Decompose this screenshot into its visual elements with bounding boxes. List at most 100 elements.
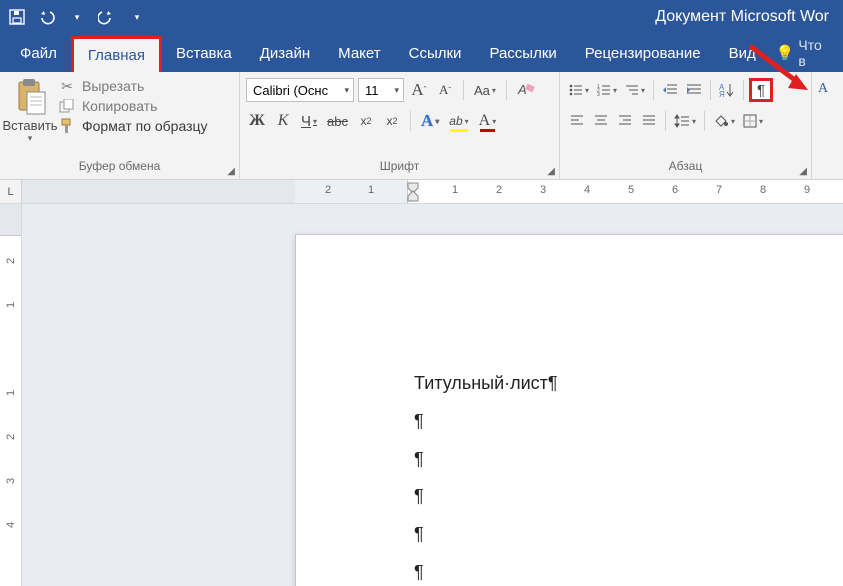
tell-me-search[interactable]: 💡 Что в bbox=[770, 34, 837, 72]
group-clipboard-label: Буфер обмена ◢ bbox=[6, 159, 233, 179]
outdent-icon bbox=[662, 83, 678, 97]
eraser-icon: A bbox=[517, 82, 535, 98]
shrink-font-button[interactable]: Aˇ bbox=[434, 79, 456, 101]
font-launcher-icon[interactable]: ◢ bbox=[547, 166, 555, 177]
scissors-icon: ✂ bbox=[58, 78, 76, 94]
indent-marker-icon[interactable] bbox=[406, 181, 422, 203]
ribbon: Вставить ▾ ✂ Вырезать Копировать bbox=[0, 72, 843, 180]
numbering-button[interactable]: 123 bbox=[594, 79, 620, 101]
sort-button[interactable]: AЯ bbox=[716, 79, 738, 101]
font-name-value: Calibri (Оснс bbox=[253, 83, 328, 98]
separator bbox=[743, 80, 744, 100]
undo-dropdown-icon[interactable]: ▾ bbox=[68, 8, 86, 26]
shading-button[interactable] bbox=[710, 110, 738, 132]
page-text[interactable]: Титульный·лист¶ ¶ ¶ ¶ ¶ ¶ bbox=[414, 365, 558, 586]
align-center-icon bbox=[594, 114, 608, 128]
text-effects-button[interactable]: A bbox=[418, 110, 442, 132]
separator bbox=[506, 80, 507, 100]
group-paragraph-label: Абзац ◢ bbox=[566, 159, 805, 179]
decrease-indent-button[interactable] bbox=[659, 79, 681, 101]
group-font-label: Шрифт ◢ bbox=[246, 159, 553, 179]
copy-button[interactable]: Копировать bbox=[58, 98, 208, 114]
chevron-down-icon: ▾ bbox=[394, 85, 399, 96]
font-name-combo[interactable]: Calibri (Оснс ▾ bbox=[246, 78, 354, 102]
strikethrough-button[interactable]: abc bbox=[324, 110, 351, 132]
grow-font-button[interactable]: Aˆ bbox=[408, 79, 430, 101]
cut-button[interactable]: ✂ Вырезать bbox=[58, 78, 208, 94]
tab-design[interactable]: Дизайн bbox=[246, 34, 324, 72]
tab-file[interactable]: Файл bbox=[6, 34, 71, 72]
tab-review[interactable]: Рецензирование bbox=[571, 34, 715, 72]
paragraph-mark: ¶ bbox=[414, 478, 558, 516]
align-right-button[interactable] bbox=[614, 110, 636, 132]
document-canvas[interactable]: Титульный·лист¶ ¶ ¶ ¶ ¶ ¶ bbox=[22, 204, 843, 586]
cut-label: Вырезать bbox=[82, 78, 144, 94]
line-spacing-button[interactable] bbox=[671, 110, 699, 132]
highlight-button[interactable]: ab bbox=[446, 110, 471, 132]
borders-button[interactable] bbox=[740, 110, 766, 132]
svg-text:Я: Я bbox=[719, 90, 725, 98]
change-case-button[interactable]: Aa bbox=[471, 79, 499, 101]
group-font: Calibri (Оснс ▾ 11 ▾ Aˆ Aˇ Aa A bbox=[240, 72, 560, 179]
qat-customize-icon[interactable]: ▾ bbox=[128, 8, 146, 26]
styles-fragment[interactable]: A bbox=[812, 78, 834, 100]
bullets-button[interactable] bbox=[566, 79, 592, 101]
justify-icon bbox=[642, 114, 656, 128]
paragraph-mark: ¶ bbox=[414, 516, 558, 554]
multilevel-icon bbox=[625, 83, 639, 97]
separator bbox=[410, 111, 411, 131]
font-size-value: 11 bbox=[365, 83, 379, 98]
indent-icon bbox=[686, 83, 702, 97]
show-hide-pilcrow-button[interactable]: ¶ bbox=[749, 78, 773, 102]
svg-text:A: A bbox=[517, 82, 527, 97]
tab-layout[interactable]: Макет bbox=[324, 34, 394, 72]
font-size-combo[interactable]: 11 ▾ bbox=[358, 78, 404, 102]
copy-icon bbox=[58, 98, 76, 114]
numbering-icon: 123 bbox=[597, 83, 611, 97]
subscript-button[interactable]: x2 bbox=[355, 110, 377, 132]
align-right-icon bbox=[618, 114, 632, 128]
tab-insert[interactable]: Вставка bbox=[162, 34, 246, 72]
paste-dropdown-icon: ▾ bbox=[28, 133, 33, 144]
copy-label: Копировать bbox=[82, 98, 157, 114]
borders-icon bbox=[743, 114, 757, 128]
paste-button[interactable]: Вставить ▾ bbox=[6, 74, 54, 144]
bullets-icon bbox=[569, 83, 583, 97]
separator bbox=[704, 111, 705, 131]
bold-button[interactable]: Ж bbox=[246, 110, 268, 132]
format-painter-button[interactable]: Формат по образцу bbox=[58, 118, 208, 134]
underline-button[interactable]: Ч bbox=[298, 110, 320, 132]
paste-icon bbox=[13, 78, 47, 116]
tab-references[interactable]: Ссылки bbox=[395, 34, 476, 72]
align-left-icon bbox=[570, 114, 584, 128]
paragraph-launcher-icon[interactable]: ◢ bbox=[799, 166, 807, 177]
format-painter-label: Формат по образцу bbox=[82, 118, 208, 134]
tab-selector[interactable]: L bbox=[0, 180, 22, 203]
clipboard-launcher-icon[interactable]: ◢ bbox=[227, 166, 235, 177]
italic-button[interactable]: К bbox=[272, 110, 294, 132]
undo-icon[interactable] bbox=[38, 8, 56, 26]
ruler-vertical[interactable]: 2 1 1 2 3 4 bbox=[0, 204, 22, 586]
paste-label: Вставить bbox=[2, 118, 57, 133]
multilevel-list-button[interactable] bbox=[622, 79, 648, 101]
separator bbox=[653, 80, 654, 100]
font-color-button[interactable]: A bbox=[476, 110, 500, 132]
justify-button[interactable] bbox=[638, 110, 660, 132]
tab-home[interactable]: Главная bbox=[71, 36, 162, 72]
increase-indent-button[interactable] bbox=[683, 79, 705, 101]
brush-icon bbox=[58, 118, 76, 134]
quick-access-toolbar: ▾ ▾ bbox=[8, 8, 146, 26]
align-center-button[interactable] bbox=[590, 110, 612, 132]
save-icon[interactable] bbox=[8, 8, 26, 26]
tab-view[interactable]: Вид bbox=[715, 34, 770, 72]
line-spacing-icon bbox=[674, 114, 690, 128]
group-styles-sliver: A bbox=[812, 72, 834, 179]
tab-mailings[interactable]: Рассылки bbox=[475, 34, 570, 72]
clear-formatting-button[interactable]: A bbox=[514, 79, 538, 101]
redo-icon[interactable] bbox=[98, 8, 116, 26]
align-left-button[interactable] bbox=[566, 110, 588, 132]
superscript-button[interactable]: x2 bbox=[381, 110, 403, 132]
page[interactable]: Титульный·лист¶ ¶ ¶ ¶ ¶ ¶ bbox=[295, 234, 843, 586]
ruler-h-track[interactable]: 2 1 1 2 3 4 5 6 7 8 9 bbox=[22, 180, 843, 203]
separator bbox=[665, 111, 666, 131]
